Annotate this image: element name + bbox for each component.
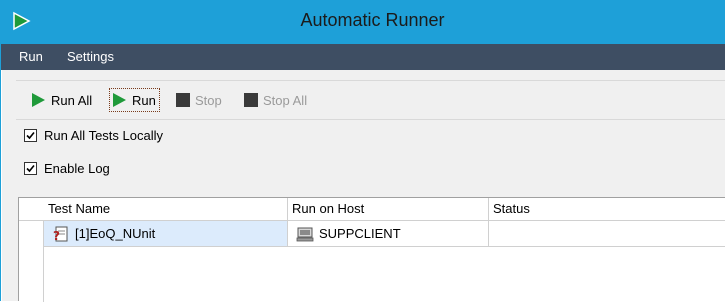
run-all-locally-label: Run All Tests Locally xyxy=(44,127,163,143)
automatic-runner-window: Automatic Runner Run Settings Run All Ru… xyxy=(0,0,725,302)
column-header-test-name[interactable]: Test Name xyxy=(44,198,288,220)
test-file-icon: ? xyxy=(53,226,68,242)
checkmark-icon xyxy=(26,164,35,172)
run-button[interactable]: Run xyxy=(109,88,160,112)
host-cell[interactable]: SUPPCLIENT xyxy=(288,221,489,247)
run-all-locally-option[interactable]: Run All Tests Locally xyxy=(24,126,163,144)
test-name-cell[interactable]: ? [1]EoQ_NUnit xyxy=(44,221,288,247)
menu-run[interactable]: Run xyxy=(19,49,43,64)
title-bar[interactable]: Automatic Runner xyxy=(1,0,725,44)
stop-all-button[interactable]: Stop All xyxy=(244,89,307,111)
column-header-status[interactable]: Status xyxy=(489,198,725,220)
run-all-button[interactable]: Run All xyxy=(30,89,92,111)
play-icon xyxy=(113,93,126,107)
run-label: Run xyxy=(132,92,156,108)
host-value: SUPPCLIENT xyxy=(319,226,401,241)
menu-settings[interactable]: Settings xyxy=(67,49,114,64)
enable-log-option[interactable]: Enable Log xyxy=(24,159,110,177)
svg-text:?: ? xyxy=(53,229,60,242)
stop-label: Stop xyxy=(195,92,222,108)
toolbar: Run All Run Stop Stop All xyxy=(16,80,725,120)
test-name-value: [1]EoQ_NUnit xyxy=(75,226,156,241)
play-icon xyxy=(32,93,45,107)
computer-icon xyxy=(296,227,314,241)
checkmark-icon xyxy=(26,131,35,139)
run-all-label: Run All xyxy=(51,92,93,108)
stop-icon xyxy=(244,93,258,107)
enable-log-checkbox[interactable] xyxy=(24,161,37,175)
stop-all-label: Stop All xyxy=(263,92,308,108)
run-all-locally-checkbox[interactable] xyxy=(24,128,37,142)
status-cell[interactable] xyxy=(489,221,725,247)
table-row[interactable]: ? [1]EoQ_NUnit SUPPCLIENT xyxy=(19,221,725,247)
enable-log-label: Enable Log xyxy=(44,160,110,176)
stop-button[interactable]: Stop xyxy=(176,89,222,111)
test-grid: Test Name Run on Host Status ? [1]EoQ_NU… xyxy=(18,197,725,302)
column-header-run-on-host[interactable]: Run on Host xyxy=(288,198,489,220)
main-content: Run All Run Stop Stop All Run All Tests … xyxy=(2,70,725,302)
menu-bar: Run Settings xyxy=(1,44,725,70)
stop-icon xyxy=(176,93,190,107)
grid-header: Test Name Run on Host Status xyxy=(19,198,725,221)
window-title: Automatic Runner xyxy=(300,10,445,30)
